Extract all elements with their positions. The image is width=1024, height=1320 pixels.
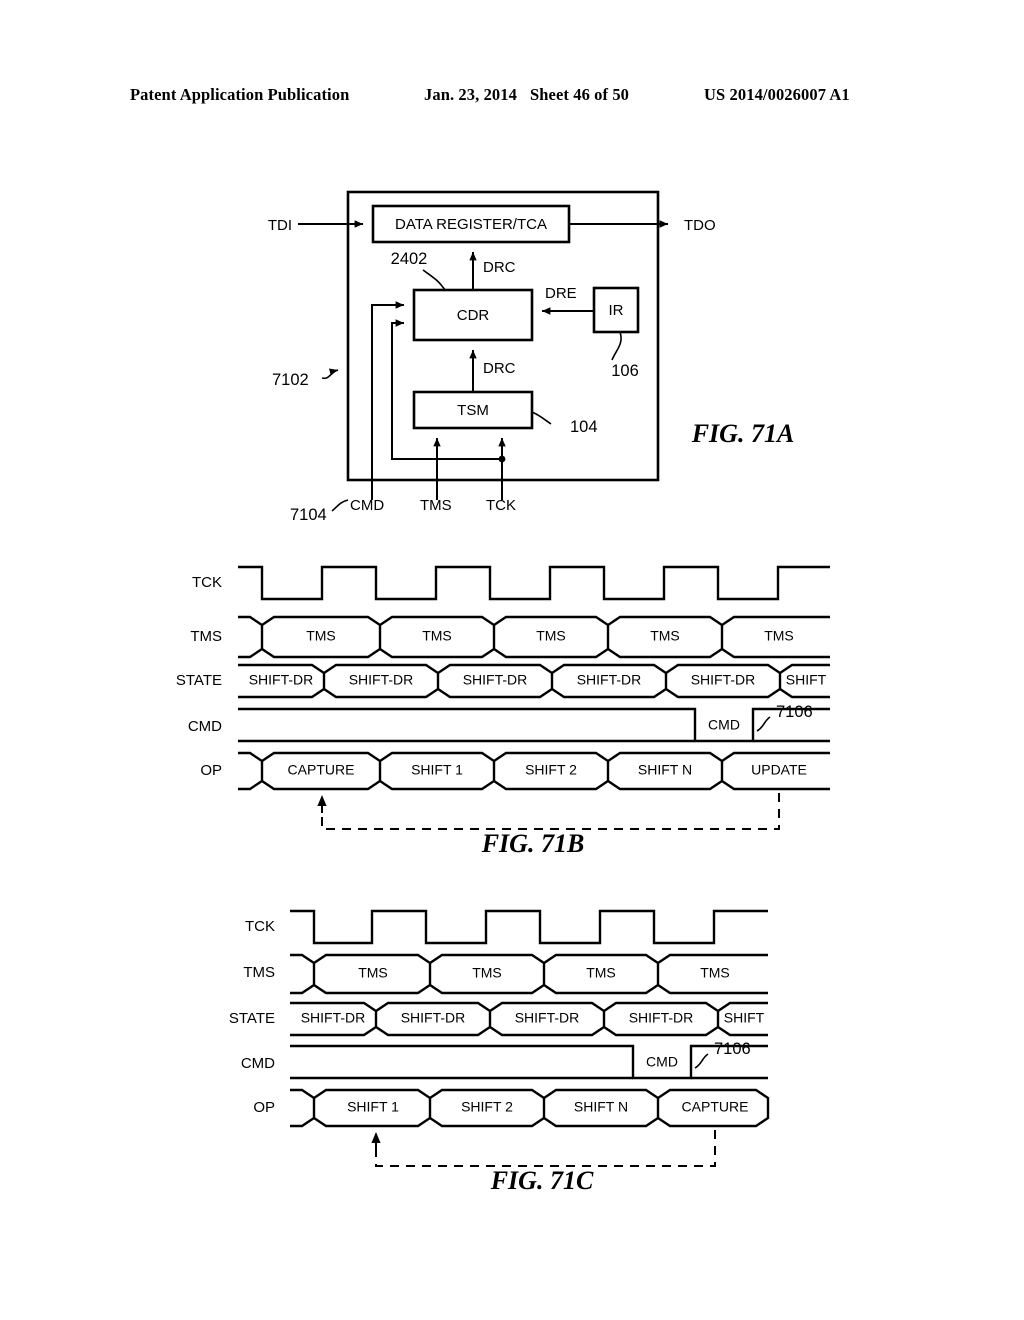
data-register-tca-label: DATA REGISTER/TCA	[395, 216, 547, 233]
fig71c-state-seg-4: SHIFT	[724, 1010, 765, 1026]
cdr-label: CDR	[457, 307, 490, 324]
ref-2402-label: 2402	[391, 250, 428, 268]
fig71c-row-label-cmd: CMD	[241, 1055, 275, 1072]
tms-port-label: TMS	[420, 497, 452, 514]
fig71b-ref-7106-leader	[756, 716, 771, 732]
fig71c-state-seg-2: SHIFT-DR	[515, 1010, 580, 1026]
figure-71a: DATA REGISTER/TCA TDI TDO CDR DRC 2402 I…	[0, 180, 1024, 540]
fig71c-ref-7106-leader	[694, 1053, 709, 1069]
fig71c-op-seg-2: SHIFT N	[574, 1099, 628, 1115]
fig71b-op-seg-2: SHIFT 2	[525, 762, 577, 778]
page-header: Patent Application Publication Jan. 23, …	[0, 82, 1024, 112]
fig71c-op-seg-0: SHIFT 1	[347, 1099, 399, 1115]
fig71c-row-label-tck: TCK	[245, 918, 275, 935]
fig71b-tms-seg-3: TMS	[650, 628, 680, 644]
ref-7102-leader	[321, 368, 339, 380]
fig71b-feedback-path	[317, 793, 780, 830]
fig71b-op-seg-4: UPDATE	[751, 762, 807, 778]
fig71b-state-seg-5: SHIFT	[786, 672, 827, 688]
fig71b-tms-seg-4: TMS	[764, 628, 794, 644]
fig71c-tms-seg-0: TMS	[358, 965, 388, 981]
fig71c-state-seg-0: SHIFT-DR	[301, 1010, 366, 1026]
fig71b-cmd-pulse-label: CMD	[708, 717, 740, 733]
tsm-label: TSM	[457, 402, 489, 419]
fig71b-row-label-tms: TMS	[190, 628, 222, 645]
fig71b-row-label-op: OP	[200, 762, 222, 779]
ref-7104-leader	[331, 499, 349, 512]
fig71c-cmd-pulse-label: CMD	[646, 1054, 678, 1070]
fig71b-state-seg-1: SHIFT-DR	[349, 672, 414, 688]
fig71b-state-seg-4: SHIFT-DR	[691, 672, 756, 688]
fig71c-tms-seg-2: TMS	[586, 965, 616, 981]
fig71b-tms-row: TMS TMS TMS TMS TMS	[238, 615, 830, 659]
fig71c-state-row: SHIFT-DR SHIFT-DR SHIFT-DR SHIFT-DR SHIF…	[290, 1001, 768, 1037]
fig71b-tms-seg-1: TMS	[422, 628, 452, 644]
fig71b-state-seg-3: SHIFT-DR	[577, 672, 642, 688]
drc-upper-label: DRC	[483, 259, 516, 276]
tck-port-label: TCK	[486, 497, 516, 514]
figure-71b: TCK TMS STATE CMD OP TMS TMS TMS TMS TMS	[0, 545, 1024, 875]
fig71c-op-seg-1: SHIFT 2	[461, 1099, 513, 1115]
figure-71c-caption: FIG. 71C	[490, 1166, 594, 1195]
ir-label: IR	[609, 302, 624, 319]
fig71b-state-seg-2: SHIFT-DR	[463, 672, 528, 688]
fig71b-ref-7106-label: 7106	[776, 703, 813, 721]
figure-71c: TCK TMS STATE CMD OP TMS TMS TMS TMS SHI…	[0, 885, 1024, 1215]
fig71c-tms-seg-1: TMS	[472, 965, 502, 981]
fig71c-ref-7106-label: 7106	[714, 1040, 751, 1058]
fig71b-row-label-cmd: CMD	[188, 718, 222, 735]
fig71c-row-label-op: OP	[253, 1099, 275, 1116]
fig71b-state-seg-0: SHIFT-DR	[249, 672, 314, 688]
fig71b-tms-seg-2: TMS	[536, 628, 566, 644]
fig71c-feedback-path	[371, 1130, 716, 1167]
fig71c-tck-waveform	[290, 909, 768, 945]
dre-label: DRE	[545, 285, 577, 302]
tdi-port-label: TDI	[268, 217, 292, 234]
fig71c-state-seg-3: SHIFT-DR	[629, 1010, 694, 1026]
tdo-port-label: TDO	[684, 217, 716, 234]
ref-7104-label: 7104	[290, 506, 327, 524]
ref-106-label: 106	[611, 362, 639, 380]
ref-104-label: 104	[570, 418, 598, 436]
header-publication-label: Patent Application Publication	[130, 85, 350, 104]
header-document-id: US 2014/0026007 A1	[704, 85, 850, 104]
fig71c-row-label-state: STATE	[229, 1010, 275, 1027]
fig71b-op-seg-3: SHIFT N	[638, 762, 692, 778]
tck-junction-dot	[498, 455, 506, 463]
ref-7102-label: 7102	[272, 371, 309, 389]
fig71c-tms-seg-3: TMS	[700, 965, 730, 981]
fig71b-cmd-row: CMD 7106	[238, 703, 830, 743]
fig71c-cmd-row: CMD 7106	[290, 1040, 768, 1080]
fig71b-tms-seg-0: TMS	[306, 628, 336, 644]
fig71b-row-label-state: STATE	[176, 672, 222, 689]
header-date-label: Jan. 23, 2014	[424, 85, 517, 104]
fig71c-row-label-tms: TMS	[243, 964, 275, 981]
figure-71b-caption: FIG. 71B	[481, 829, 585, 858]
fig71c-op-row: SHIFT 1 SHIFT 2 SHIFT N CAPTURE	[290, 1088, 770, 1128]
fig71b-op-row: CAPTURE SHIFT 1 SHIFT 2 SHIFT N UPDATE	[238, 751, 830, 791]
fig71c-op-seg-3: CAPTURE	[682, 1099, 749, 1115]
header-sheet-label: Sheet 46 of 50	[530, 85, 630, 104]
fig71c-tms-row: TMS TMS TMS TMS	[290, 953, 768, 995]
drc-lower-label: DRC	[483, 360, 516, 377]
fig71b-row-label-tck: TCK	[192, 574, 222, 591]
fig71b-state-row: SHIFT-DR SHIFT-DR SHIFT-DR SHIFT-DR SHIF…	[238, 663, 830, 699]
figure-71a-caption: FIG. 71A	[691, 419, 795, 448]
cmd-port-label: CMD	[350, 497, 384, 514]
fig71c-state-seg-1: SHIFT-DR	[401, 1010, 466, 1026]
fig71b-op-seg-0: CAPTURE	[288, 762, 355, 778]
fig71b-tck-waveform	[238, 565, 830, 601]
fig71b-op-seg-1: SHIFT 1	[411, 762, 463, 778]
